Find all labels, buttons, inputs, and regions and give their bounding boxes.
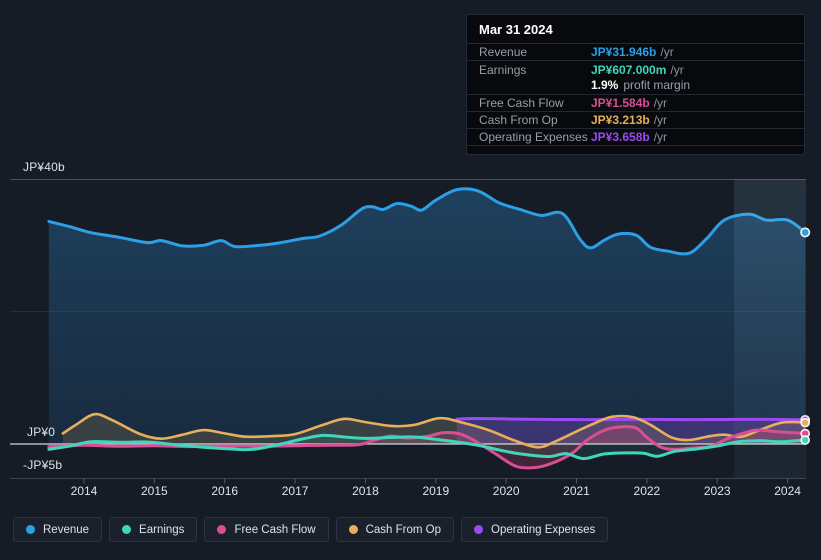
x-axis-label-2016: 2016 [211, 484, 239, 498]
operating-expenses-dot-icon [474, 525, 484, 534]
tooltip-value-revenue: JP¥31.946b/yr [591, 45, 674, 59]
y-axis-label-0: JP¥0 [27, 425, 56, 439]
x-axis-label-2019: 2019 [422, 484, 450, 498]
tooltip-label: Free Cash Flow [479, 96, 564, 110]
legend-label: Revenue [43, 523, 90, 536]
tooltip-row-operating-expenses: Operating Expenses JP¥3.658b/yr [467, 129, 804, 146]
earnings-end-dot [800, 435, 811, 445]
y-axis-label-minus5b: -JP¥5b [23, 458, 63, 472]
legend-item-revenue[interactable]: Revenue [13, 517, 103, 542]
y-axis-label-40b: JP¥40b [23, 160, 65, 174]
revenue-area [48, 188, 806, 444]
revenue-end-dot [800, 227, 811, 238]
x-axis-label-2021: 2021 [563, 484, 590, 498]
tooltip-row-free-cash-flow: Free Cash Flow JP¥1.584b/yr [467, 95, 804, 112]
free-cash-flow-dot-icon [217, 525, 227, 534]
x-axis-label-2022: 2022 [633, 484, 661, 498]
legend-label: Free Cash Flow [234, 523, 316, 536]
legend-item-cash-from-op[interactable]: Cash From Op [335, 517, 455, 542]
tooltip-label: Revenue [479, 45, 528, 59]
chart-legend: Revenue Earnings Free Cash Flow Cash From O… [13, 517, 609, 542]
legend-item-free-cash-flow[interactable]: Free Cash Flow [204, 517, 329, 542]
x-axis-label-2015: 2015 [141, 484, 168, 498]
x-axis-label-2024: 2024 [774, 484, 801, 498]
financials-chart-card: JP¥40b JP¥0 -JP¥5b 2014 2015 2016 2017 2018 2… [0, 0, 821, 560]
tooltip-label: Operating Expenses [479, 130, 588, 144]
tooltip-date: Mar 31 2024 [467, 15, 804, 44]
x-axis-ticks [83, 478, 789, 484]
tooltip-label: Earnings [479, 62, 527, 77]
tooltip-row-revenue: Revenue JP¥31.946b/yr [467, 44, 804, 61]
legend-label: Earnings [139, 523, 185, 536]
tooltip-value-operating-expenses: JP¥3.658b/yr [591, 130, 668, 144]
x-axis-label-2020: 2020 [492, 484, 520, 498]
legend-item-operating-expenses[interactable]: Operating Expenses [461, 517, 609, 542]
tooltip-value-free-cash-flow: JP¥1.584b/yr [591, 96, 668, 110]
cash-from-op-dot-icon [348, 525, 358, 534]
tooltip-value-earnings: JP¥607.000m/yr [591, 62, 684, 77]
revenue-dot-icon [26, 525, 35, 534]
legend-item-earnings[interactable]: Earnings [109, 517, 198, 542]
tooltip-row-earnings: Earnings JP¥607.000m/yr [467, 61, 804, 78]
tooltip-profit-margin: 1.9% profit margin [467, 78, 804, 95]
tooltip-value-cash-from-op: JP¥3.213b/yr [591, 113, 668, 127]
x-axis-label-2018: 2018 [352, 484, 379, 498]
cash_from_op-end-dot [800, 417, 811, 428]
tooltip-row-cash-from-op: Cash From Op JP¥3.213b/yr [467, 112, 804, 129]
chart-tooltip: Mar 31 2024 Revenue JP¥31.946b/yr Earnin… [466, 14, 805, 155]
legend-label: Operating Expenses [491, 523, 596, 536]
x-axis-label-2023: 2023 [703, 484, 731, 498]
earnings-dot-icon [122, 525, 132, 534]
x-axis-label-2017: 2017 [281, 484, 309, 498]
tooltip-label: Cash From Op [479, 113, 558, 127]
x-axis-label-2014: 2014 [70, 484, 98, 498]
revenue-series [47, 187, 807, 444]
operating_expenses-line [455, 416, 807, 422]
legend-label: Cash From Op [365, 523, 442, 536]
